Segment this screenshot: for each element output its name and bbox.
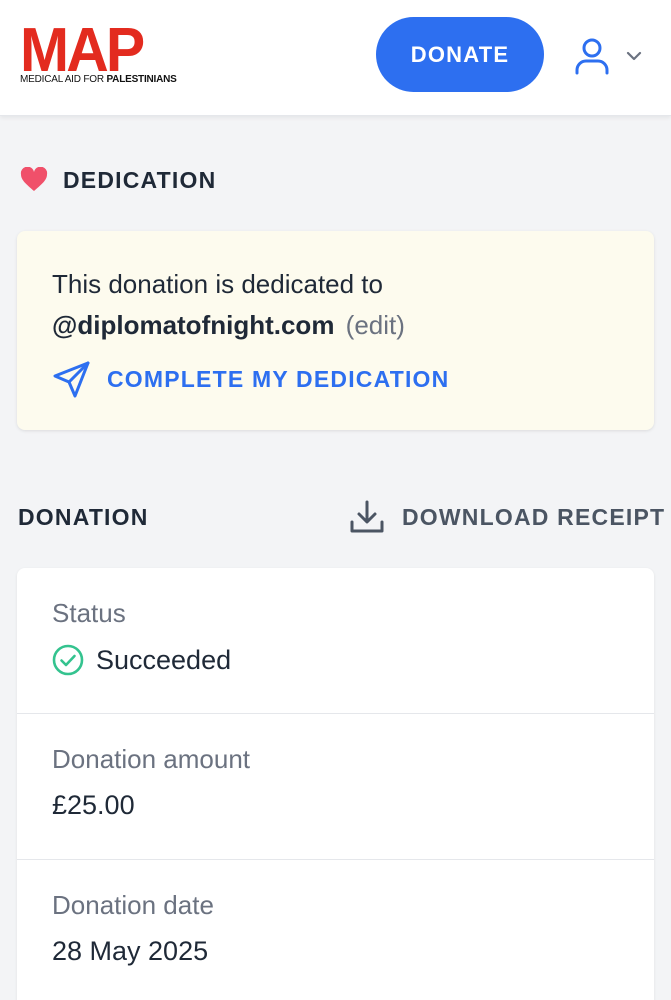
dedication-text: This donation is dedicated to	[52, 269, 383, 299]
dedication-title: DEDICATION	[63, 166, 217, 193]
donate-button[interactable]: DONATE	[376, 17, 544, 92]
status-label: Status	[52, 598, 126, 628]
date-value: 28 May 2025	[52, 936, 209, 966]
date-label: Donation date	[52, 890, 214, 920]
user-menu[interactable]	[572, 34, 648, 78]
dedication-recipient-line: @diplomatofnight.com (edit)	[52, 310, 405, 341]
status-value: Succeeded	[96, 644, 232, 675]
amount-value: £25.00	[52, 790, 135, 820]
logo-subtitle: MEDICAL AID FOR PALESTINIANS	[20, 74, 177, 85]
user-icon	[575, 38, 609, 75]
donation-heading: DONATION	[18, 500, 149, 534]
download-icon	[350, 500, 384, 533]
logo-subtitle-bold: PALESTINIANS	[106, 74, 177, 85]
download-receipt-label: DOWNLOAD RECEIPT	[402, 503, 666, 530]
download-receipt-button[interactable]: DOWNLOAD RECEIPT	[348, 497, 665, 537]
map-logo[interactable]: MAP MEDICAL AID FOR PALESTINIANS	[20, 16, 177, 88]
app-header: MAP MEDICAL AID FOR PALESTINIANS DONATE	[0, 0, 671, 116]
date-row: Donation date 28 May 2025	[17, 860, 654, 1000]
dedication-heading: DEDICATION	[20, 162, 216, 198]
heart-icon	[20, 167, 48, 191]
edit-dedication-link[interactable]: (edit)	[346, 310, 405, 340]
dedication-recipient: @diplomatofnight.com	[52, 310, 335, 340]
donation-card: Status Succeeded Donation amount £25.00 …	[17, 568, 654, 1000]
complete-dedication-button[interactable]: COMPLETE MY DEDICATION	[52, 359, 449, 399]
logo-subtitle-regular: MEDICAL AID FOR	[20, 74, 107, 85]
chevron-down-icon	[626, 51, 642, 61]
logo-mark: MAP	[20, 16, 145, 85]
status-row: Status Succeeded	[17, 568, 654, 714]
donation-title: DONATION	[18, 503, 149, 530]
dedication-card: This donation is dedicated to @diplomato…	[17, 231, 654, 430]
status-value-wrap: Succeeded	[52, 644, 231, 676]
amount-row: Donation amount £25.00	[17, 714, 654, 860]
complete-dedication-label: COMPLETE MY DEDICATION	[107, 365, 450, 392]
check-circle-icon	[52, 644, 84, 676]
send-icon	[53, 361, 90, 398]
amount-label: Donation amount	[52, 744, 251, 774]
